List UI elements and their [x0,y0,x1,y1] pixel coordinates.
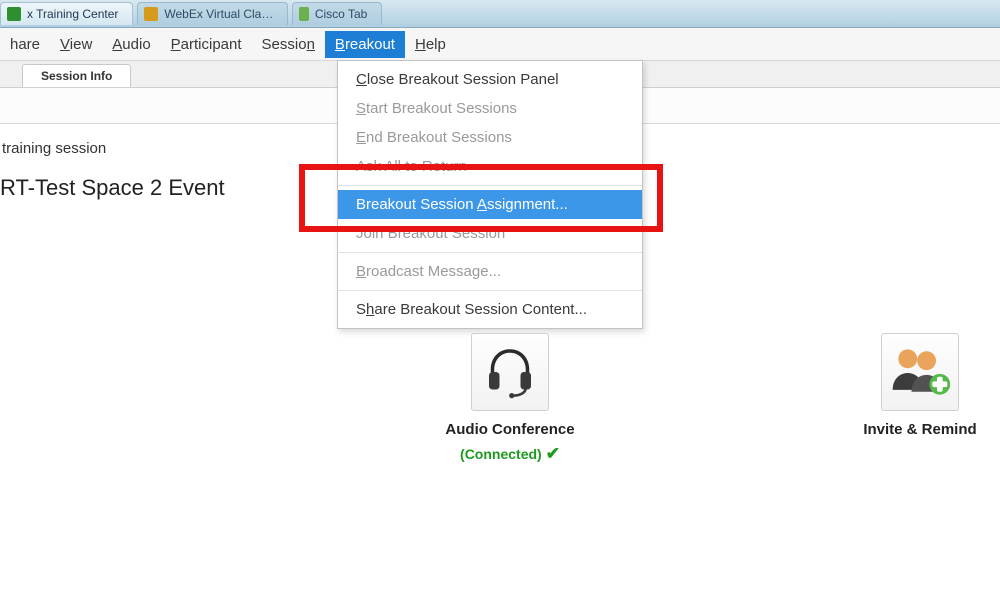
menu-session[interactable]: Session [252,31,325,58]
tab-label: Session Info [41,69,112,83]
menuitem-ask-return: Ask All to Return [338,152,642,181]
tab-session-info[interactable]: Session Info [22,64,131,87]
menu-share[interactable]: hare [0,31,50,58]
favicon-icon [299,7,309,21]
action-title: Audio Conference [445,421,574,438]
browser-tab-cisco[interactable]: Cisco Tab [292,2,382,25]
menuitem-end: End Breakout Sessions [338,123,642,152]
action-invite-remind[interactable]: Invite & Remind [840,333,1000,464]
menu-audio[interactable]: Audio [102,31,160,58]
menu-participant[interactable]: Participant [161,31,252,58]
favicon-icon [144,7,158,21]
people-plus-icon [881,333,959,411]
breakout-dropdown: Close Breakout Session Panel Start Break… [337,60,643,329]
browser-tab-label: x Training Center [27,7,118,21]
menubar: hare View Audio Participant Session Brea… [0,28,1000,60]
browser-tab-webex[interactable]: WebEx Virtual Cla… [137,2,288,25]
headset-icon [471,333,549,411]
browser-tab-label: WebEx Virtual Cla… [164,7,273,21]
menuitem-assignment[interactable]: Breakout Session Assignment... [338,190,642,219]
browser-tab-training-center[interactable]: x Training Center [0,2,133,25]
favicon-icon [7,7,21,21]
menuitem-start: Start Breakout Sessions [338,94,642,123]
menuitem-broadcast: Broadcast Message... [338,257,642,286]
action-title: Invite & Remind [863,421,976,438]
menu-separator [338,252,642,253]
menu-help[interactable]: Help [405,31,456,58]
checkmark-icon: ✔ [546,444,560,464]
menuitem-join: Join Breakout Session [338,219,642,248]
menu-breakout[interactable]: Breakout [325,31,405,58]
menu-view[interactable]: View [50,31,102,58]
browser-tab-label: Cisco Tab [315,7,367,21]
browser-tabstrip: x Training Center WebEx Virtual Cla… Cis… [0,0,1000,28]
action-status: (Connected) ✔ [460,444,560,464]
menuitem-share-content[interactable]: Share Breakout Session Content... [338,295,642,324]
menuitem-close-panel[interactable]: Close Breakout Session Panel [338,65,642,94]
menu-separator [338,185,642,186]
action-audio-conference[interactable]: Audio Conference (Connected) ✔ [430,333,590,464]
menu-separator [338,290,642,291]
